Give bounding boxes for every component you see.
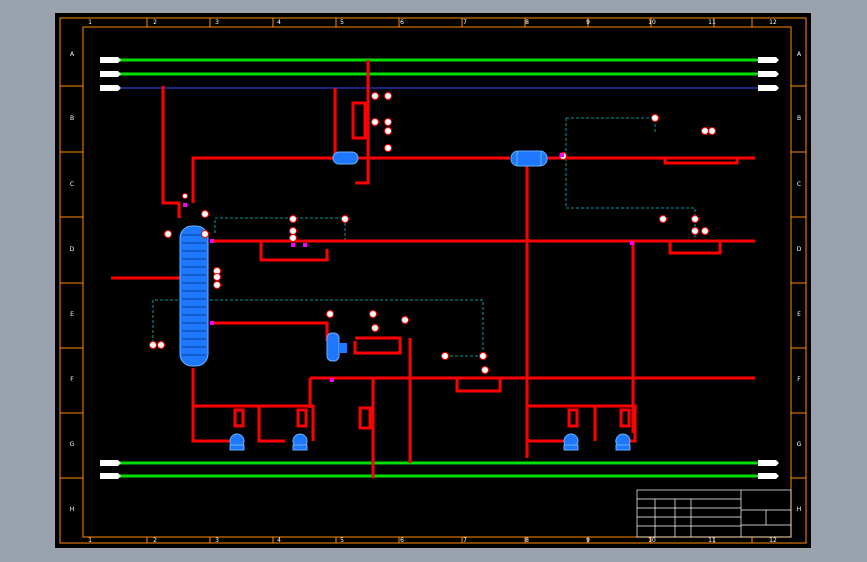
pump-base	[615, 444, 631, 451]
line-tag-left	[100, 57, 121, 63]
row-label-right: C	[797, 181, 801, 188]
row-label-right: G	[797, 441, 802, 448]
col-label-top: 3	[215, 19, 219, 26]
row-label-left: D	[70, 246, 75, 253]
col-label-top: 6	[400, 19, 404, 26]
filters	[233, 408, 631, 428]
row-label-right: F	[797, 376, 801, 383]
row-label-right: D	[797, 246, 802, 253]
col-label-bottom: 4	[277, 537, 281, 544]
row-label-left: F	[70, 376, 74, 383]
col-label-top: 12	[769, 19, 777, 26]
col-label-top: 8	[525, 19, 529, 26]
col-label-bottom: 2	[153, 537, 157, 544]
col-label-top: 4	[277, 19, 281, 26]
col-label-bottom: 1	[88, 537, 92, 544]
col-label-top: 2	[153, 19, 157, 26]
col-label-top: 5	[340, 19, 344, 26]
reboiler-vessel	[326, 332, 347, 362]
row-label-left: A	[70, 51, 75, 58]
row-label-left: H	[70, 506, 75, 513]
col-label-top: 11	[708, 19, 716, 26]
row-label-left: G	[70, 441, 75, 448]
title-block	[636, 489, 792, 538]
pid-diagram: 1 2 3 4 5 6 7 8 9 10 11 12 1 2 3 4 5 6 7…	[59, 17, 807, 544]
col-label-bottom: 11	[708, 537, 716, 544]
row-label-right: H	[797, 506, 802, 513]
distillation-column	[179, 225, 209, 367]
col-label-bottom: 12	[769, 537, 777, 544]
col-label-bottom: 8	[525, 537, 529, 544]
col-label-top: 7	[463, 19, 467, 26]
row-label-right: B	[797, 115, 801, 122]
row-label-left: E	[70, 311, 74, 318]
col-label-bottom: 6	[400, 537, 404, 544]
pump-base	[229, 444, 245, 451]
pump-base	[292, 444, 308, 451]
col-label-bottom: 9	[586, 537, 590, 544]
instrument-bubbles	[149, 92, 716, 374]
col-label-top: 9	[586, 19, 590, 26]
col-label-bottom: 7	[463, 537, 467, 544]
heat-exchanger-top-right	[510, 150, 548, 167]
line-tag-right	[758, 85, 779, 91]
col-label-bottom: 10	[648, 537, 656, 544]
utility-headers-bottom	[100, 460, 779, 479]
heat-exchanger-top-left	[332, 151, 359, 165]
row-label-left: C	[70, 181, 74, 188]
pumps	[229, 433, 631, 451]
pump-base	[563, 444, 579, 451]
line-tag-left	[100, 460, 121, 466]
line-tag-left	[100, 473, 121, 479]
utility-headers-top	[100, 57, 779, 91]
drawing-sheet: 1 2 3 4 5 6 7 8 9 10 11 12 1 2 3 4 5 6 7…	[55, 13, 811, 548]
line-tag-right	[758, 71, 779, 77]
row-label-right: E	[797, 311, 801, 318]
row-label-left: B	[70, 115, 74, 122]
line-tag-right	[758, 460, 779, 466]
line-tag-right	[758, 473, 779, 479]
line-tag-left	[100, 71, 121, 77]
col-label-bottom: 5	[340, 537, 344, 544]
col-label-bottom: 3	[215, 537, 219, 544]
line-tag-right	[758, 57, 779, 63]
line-tag-left	[100, 85, 121, 91]
col-label-top: 1	[88, 19, 92, 26]
row-label-right: A	[797, 51, 802, 58]
col-label-top: 10	[648, 19, 656, 26]
drawing-frame: 1 2 3 4 5 6 7 8 9 10 11 12 1 2 3 4 5 6 7…	[59, 17, 807, 544]
